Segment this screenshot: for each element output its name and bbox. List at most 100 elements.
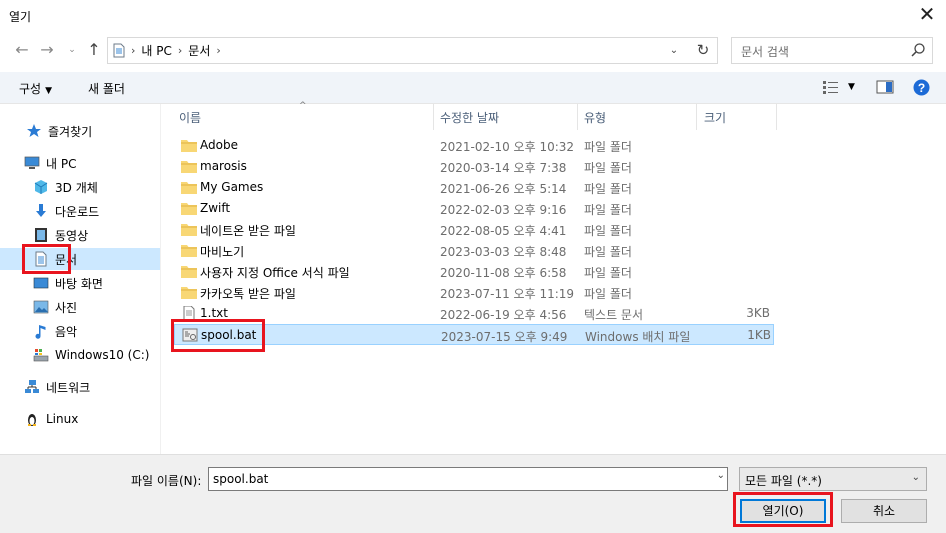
sidebar-item-videos[interactable]: 동영상 [0,224,160,246]
sidebar-item-documents[interactable]: 문서 [0,248,160,270]
filename-dropdown-icon[interactable]: ⌄ [717,470,725,481]
file-row-selected[interactable]: spool.bat 2023-07-15 오후 9:49 Windows 배치 … [174,324,774,345]
sidebar-label: Windows10 (C:) [55,348,150,362]
view-options-icon[interactable] [822,80,840,94]
file-name: 1.txt [200,306,228,320]
file-type: 텍스트 문서 [584,308,644,322]
file-date: 2023-03-03 오후 8:48 [440,245,567,259]
address-bar[interactable]: › 내 PC › 문서 › ⌄ [107,37,718,64]
file-row[interactable]: marosis 2020-03-14 오후 7:38 파일 폴더 [174,156,774,177]
file-row[interactable]: Adobe 2021-02-10 오후 10:32 파일 폴더 [174,135,774,156]
download-icon [36,204,46,217]
filename-label: 파일 이름(N): [131,474,202,488]
file-list: ^ 이름 수정한 날짜 유형 크기 Adobe 2021-02-10 오후 10… [160,101,946,454]
file-size: 1KB [747,328,771,342]
folder-icon [181,287,197,299]
file-date: 2022-08-05 오후 4:41 [440,224,567,238]
folder-icon [181,224,197,236]
sidebar-item-desktop[interactable]: 바탕 화면 [0,272,160,294]
file-row[interactable]: 1.txt 2022-06-19 오후 4:56 텍스트 문서 3KB [174,303,774,324]
file-row[interactable]: 마비노기 2023-03-03 오후 8:48 파일 폴더 [174,240,774,261]
file-row[interactable]: 사용자 지정 Office 서식 파일 2020-11-08 오후 6:58 파… [174,261,774,282]
close-icon[interactable]: ✕ [914,3,940,27]
new-folder-button[interactable]: 새 폴더 [88,80,125,97]
view-dropdown-icon[interactable]: ▼ [848,82,855,92]
title-bar: 열기 ✕ [0,0,946,30]
file-row[interactable]: 카카오톡 받은 파일 2023-07-11 오후 11:19 파일 폴더 [174,282,774,303]
help-icon[interactable]: ? [913,79,930,96]
breadcrumb-this-pc[interactable]: 내 PC [141,42,171,59]
back-arrow-icon[interactable]: ← [12,40,32,60]
sidebar-item-downloads[interactable]: 다운로드 [0,200,160,222]
file-name: My Games [200,180,264,194]
organize-label: 구성 [19,82,42,96]
file-date: 2023-07-11 오후 11:19 [440,287,575,301]
refresh-button[interactable]: ↻ [689,37,718,64]
sidebar-label: 네트워크 [46,380,91,395]
address-dropdown-icon[interactable]: ⌄ [664,38,684,63]
sidebar-item-quick-access[interactable]: 즐겨찾기 [0,120,160,142]
sidebar-label: Linux [46,412,79,426]
navigation-pane: 즐겨찾기 내 PC 3D 개체 다운로드 동영상 문서 바탕 화면 사진 음악 … [0,104,160,454]
sidebar-item-music[interactable]: 음악 [0,320,160,342]
column-divider[interactable] [433,104,434,130]
sidebar-label: 바탕 화면 [55,276,103,291]
file-type: 파일 폴더 [584,140,632,154]
search-box[interactable]: 문서 검색 [731,37,933,64]
filename-input[interactable]: spool.bat ⌄ [208,467,728,491]
caret-down-icon: ▼ [45,86,53,96]
column-divider[interactable] [577,104,578,130]
file-type: 파일 폴더 [584,203,632,217]
file-row[interactable]: 네이트온 받은 파일 2022-08-05 오후 4:41 파일 폴더 [174,219,774,240]
file-size: 3KB [746,306,770,320]
search-icon[interactable] [910,42,926,58]
file-name: Adobe [200,138,238,152]
network-icon [25,380,39,393]
file-name: 카카오톡 받은 파일 [200,287,296,301]
filetype-value: 모든 파일 (*.*) [745,474,822,488]
column-header-type[interactable]: 유형 [584,104,606,128]
dialog-footer: 파일 이름(N): spool.bat ⌄ 모든 파일 (*.*) ⌄ 열기(O… [0,454,946,533]
column-divider[interactable] [696,104,697,130]
file-row[interactable]: Zwift 2022-02-03 오후 9:16 파일 폴더 [174,198,774,219]
file-date: 2020-11-08 오후 6:58 [440,266,567,280]
column-header-date-modified[interactable]: 수정한 날짜 [440,104,499,128]
sidebar-item-network[interactable]: 네트워크 [0,376,160,398]
file-name: 네이트온 받은 파일 [200,224,296,238]
folder-icon [181,161,197,173]
text-file-icon [183,306,195,320]
column-divider[interactable] [776,104,777,130]
sidebar-label: 내 PC [46,156,77,171]
sidebar-label: 다운로드 [55,204,100,219]
breadcrumb-documents[interactable]: 문서 [188,42,210,59]
sidebar-item-this-pc[interactable]: 내 PC [0,152,160,174]
column-header-size[interactable]: 크기 [704,104,726,128]
preview-pane-icon[interactable] [876,80,894,94]
up-arrow-icon[interactable]: ↑ [84,40,104,60]
file-type: 파일 폴더 [584,224,632,238]
sidebar-label: 음악 [55,324,78,339]
file-name: spool.bat [201,328,257,342]
folder-icon [181,182,197,194]
cancel-button[interactable]: 취소 [841,499,927,523]
file-name: 사용자 지정 Office 서식 파일 [200,266,350,280]
breadcrumb-separator-icon: › [131,44,136,57]
file-date: 2021-06-26 오후 5:14 [440,182,567,196]
filename-value: spool.bat [213,472,269,486]
recent-locations-chevron-icon[interactable]: ⌄ [62,40,82,60]
file-row[interactable]: My Games 2021-06-26 오후 5:14 파일 폴더 [174,177,774,198]
drive-icon [33,349,49,362]
filetype-select[interactable]: 모든 파일 (*.*) ⌄ [739,467,927,491]
sidebar-label: 즐겨찾기 [48,124,93,139]
file-name: 마비노기 [200,245,245,259]
sidebar-item-drive-c[interactable]: Windows10 (C:) [0,344,160,366]
open-button[interactable]: 열기(O) [740,499,826,523]
column-header-name[interactable]: 이름 [179,104,201,128]
sidebar-item-pictures[interactable]: 사진 [0,296,160,318]
sidebar-item-3d-objects[interactable]: 3D 개체 [0,176,160,198]
filetype-dropdown-icon: ⌄ [911,472,920,483]
sidebar-item-linux[interactable]: Linux [0,408,160,430]
file-type: 파일 폴더 [584,287,632,301]
organize-button[interactable]: 구성 ▼ [19,80,52,97]
forward-arrow-icon[interactable]: → [37,40,57,60]
